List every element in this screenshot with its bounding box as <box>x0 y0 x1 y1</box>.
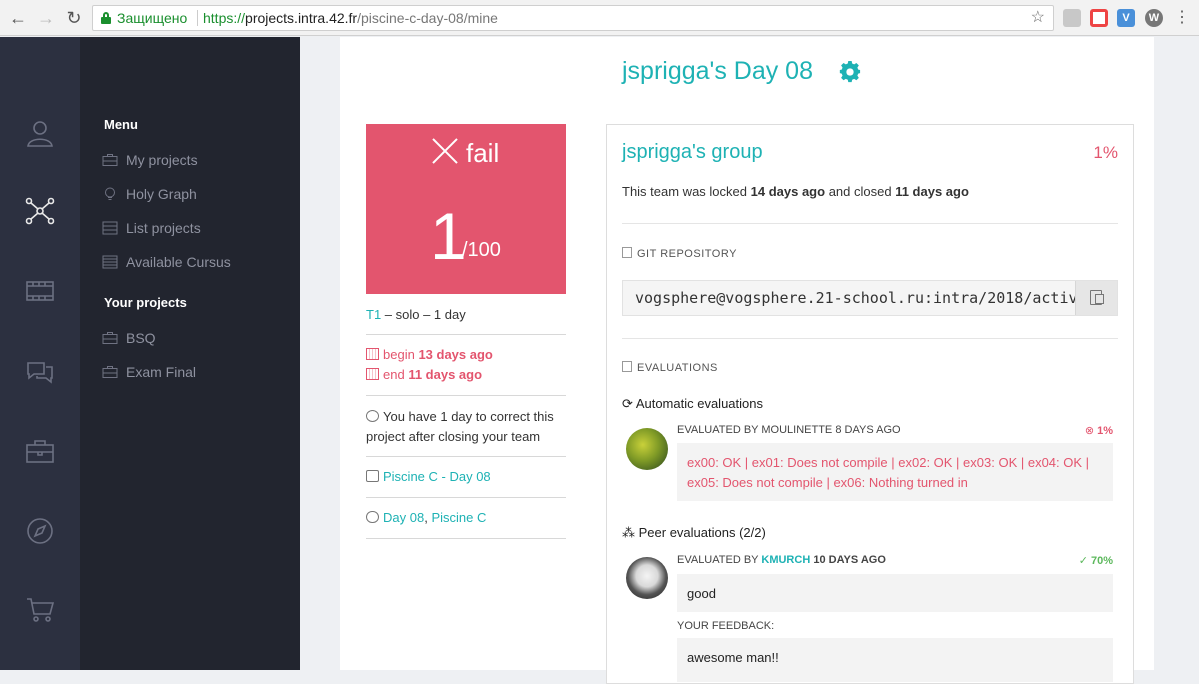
tag-piscine-c[interactable]: Piscine C <box>431 510 486 525</box>
briefcase-icon <box>102 364 118 378</box>
menu-item-bsq[interactable]: BSQ <box>102 328 156 348</box>
list-icon <box>102 220 118 235</box>
lightbulb-icon <box>102 186 118 200</box>
user-icon[interactable] <box>24 117 56 149</box>
correction-info: You have 1 day to correct this project a… <box>366 409 554 444</box>
your-projects-title: Your projects <box>104 295 187 310</box>
menu-item-my-projects[interactable]: My projects <box>102 150 198 170</box>
menu-item-holy-graph[interactable]: Holy Graph <box>102 184 197 204</box>
back-icon[interactable]: ← <box>8 8 28 28</box>
automatic-evaluations-title: ⟳ Automatic evaluations <box>622 396 763 411</box>
menu-item-list-projects[interactable]: List projects <box>102 218 201 238</box>
peer-eval-comment: good <box>677 574 1113 612</box>
v-extension-icon[interactable]: V <box>1117 9 1135 27</box>
lock-icon <box>101 12 111 24</box>
file-icon <box>622 247 632 258</box>
browser-toolbar: ← → ↻ Защищено https://projects.intra.42… <box>0 0 1199 36</box>
auto-eval-percent: ⊗ 1% <box>1084 425 1113 437</box>
check-icon: ✓ <box>1078 555 1088 567</box>
peer-evaluations-title: ⁂ Peer evaluations (2/2) <box>622 525 766 540</box>
peer-eval-feedback: awesome man!! <box>677 638 1113 682</box>
repo-url-field[interactable]: vogsphere@vogsphere.21-school.ru:intra/2… <box>622 280 1118 316</box>
auto-eval-meta: EVALUATED BY MOULINETTE 8 DAYS AGO <box>677 424 901 436</box>
group-panel: jsprigga's group 1% This team was locked… <box>606 124 1134 684</box>
main-content: jsprigga's Day 08 fail 1 /100 T1 – solo … <box>340 37 1154 684</box>
checkbox-icon <box>622 361 632 372</box>
copy-button[interactable] <box>1075 281 1117 315</box>
evaluator-link[interactable]: KMURCH <box>761 554 810 566</box>
menu-item-available-cursus[interactable]: Available Cursus <box>102 252 231 272</box>
result-score: 1 <box>430 199 467 273</box>
avatar-kmurch[interactable] <box>626 557 668 599</box>
film-icon <box>366 470 379 482</box>
more-menu-icon[interactable]: ⋮ <box>1172 8 1192 28</box>
briefcase-icon <box>102 152 118 166</box>
chat-icon <box>366 511 379 523</box>
chrome-extension-icon[interactable] <box>1090 9 1108 27</box>
tag-day-08[interactable]: Day 08 <box>383 510 424 525</box>
git-repository-label: GIT REPOSITORY <box>622 247 737 260</box>
network-icon: ⁂ <box>622 525 635 540</box>
url-text[interactable]: https://projects.intra.42.fr/piscine-c-d… <box>203 6 498 30</box>
chat-icon[interactable] <box>24 355 56 387</box>
evaluations-label: EVALUATIONS <box>622 361 718 374</box>
film-icon[interactable] <box>24 275 56 307</box>
group-title[interactable]: jsprigga's group <box>622 141 763 164</box>
gear-icon[interactable] <box>839 61 861 83</box>
calendar-icon <box>366 368 379 380</box>
w-extension-icon[interactable]: W <box>1145 9 1163 27</box>
feedback-label: YOUR FEEDBACK: <box>677 620 775 632</box>
stopwatch-icon <box>366 410 379 422</box>
side-menu: Menu My projects Holy Graph List project… <box>80 37 300 670</box>
group-percent: 1% <box>1093 143 1118 162</box>
menu-title: Menu <box>104 117 138 132</box>
peer-eval-percent: ✓ 70% <box>1078 555 1113 567</box>
lock-status: This team was locked 14 days ago and clo… <box>622 184 969 199</box>
result-box: fail 1 /100 <box>366 124 566 294</box>
result-status: fail <box>466 138 500 168</box>
bookmark-star-icon[interactable]: ☆ <box>1031 6 1045 30</box>
close-icon <box>430 136 460 166</box>
briefcase-icon <box>102 330 118 344</box>
stack-icon <box>102 254 118 269</box>
secure-label: Защищено <box>117 10 188 26</box>
refresh-icon: ⟳ <box>622 396 633 411</box>
menu-item-exam-final[interactable]: Exam Final <box>102 362 196 382</box>
briefcase-icon[interactable] <box>24 435 56 467</box>
close-circle-icon: ⊗ <box>1084 425 1095 437</box>
compass-icon[interactable] <box>24 515 56 547</box>
page-title: jsprigga's Day 08 <box>622 57 813 85</box>
cart-icon[interactable] <box>24 593 56 625</box>
reload-icon[interactable]: ↻ <box>64 8 84 28</box>
peer-eval-meta: EVALUATED BY KMURCH 10 DAYS AGO <box>677 554 886 566</box>
cloud-extension-icon[interactable] <box>1063 9 1081 27</box>
begin-date: begin 13 days ago <box>366 347 566 362</box>
project-link-row: Piscine C - Day 08 <box>366 469 566 484</box>
forward-icon[interactable]: → <box>36 8 56 28</box>
graph-icon[interactable] <box>24 195 56 227</box>
address-bar[interactable]: Защищено https://projects.intra.42.fr/pi… <box>92 5 1054 31</box>
repo-url[interactable]: vogsphere@vogsphere.21-school.ru:intra/2… <box>635 289 1075 307</box>
result-max: /100 <box>462 239 501 261</box>
project-mode: T1 – solo – 1 day <box>366 307 466 322</box>
project-link[interactable]: Piscine C - Day 08 <box>383 469 491 484</box>
icon-rail <box>0 37 80 670</box>
end-date: end 11 days ago <box>366 367 566 382</box>
calendar-icon <box>366 348 379 360</box>
tags-row: Day 08, Piscine C <box>366 510 566 525</box>
auto-eval-result: ex00: OK | ex01: Does not compile | ex02… <box>677 443 1113 501</box>
avatar-moulinette[interactable] <box>626 428 668 470</box>
